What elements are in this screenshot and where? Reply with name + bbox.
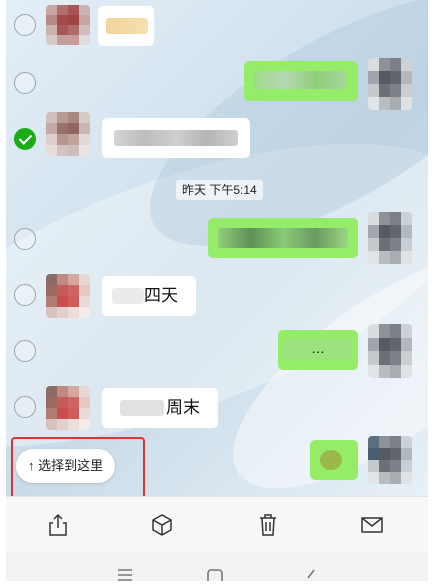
avatar[interactable] — [368, 212, 412, 264]
message-bubble[interactable] — [208, 218, 358, 258]
message-bubble[interactable]: … — [278, 330, 358, 370]
message-checkbox[interactable] — [14, 284, 36, 306]
blurred-text — [320, 450, 342, 470]
share-icon[interactable] — [44, 511, 72, 539]
blurred-text — [106, 18, 148, 34]
blurred-text — [254, 71, 346, 89]
timestamp: 昨天 下午5:14 — [176, 180, 263, 200]
message-checkbox[interactable] — [14, 14, 36, 36]
avatar[interactable] — [368, 436, 412, 484]
avatar[interactable] — [46, 112, 90, 156]
message-checkbox[interactable] — [14, 340, 36, 362]
message-bubble[interactable] — [310, 440, 358, 480]
delete-icon[interactable] — [254, 511, 282, 539]
message-text: 周末 — [166, 398, 200, 417]
message-checkbox[interactable] — [14, 72, 36, 94]
avatar[interactable] — [46, 5, 90, 45]
message-bubble[interactable]: 四天 — [102, 276, 196, 316]
message-row[interactable]: 周末 — [6, 380, 428, 436]
message-checkbox-selected[interactable] — [14, 128, 36, 150]
message-bubble[interactable] — [244, 61, 358, 101]
message-row[interactable] — [6, 0, 428, 56]
message-row[interactable] — [6, 56, 428, 112]
message-row[interactable]: … — [6, 324, 428, 380]
message-bubble[interactable] — [102, 118, 250, 158]
message-row[interactable]: 四天 — [6, 268, 428, 324]
select-to-here-button[interactable]: ↑ 选择到这里 — [16, 449, 116, 483]
mail-icon[interactable] — [358, 511, 386, 539]
message-text: 四天 — [144, 286, 178, 305]
blurred-text — [218, 228, 348, 248]
avatar[interactable] — [368, 58, 412, 110]
blurred-text — [112, 288, 144, 304]
message-bubble[interactable] — [98, 6, 154, 46]
chat-area[interactable]: 昨天 下午5:14 四天 … 周末 ↑ 选择到这里 — [6, 0, 428, 496]
message-text: … — [311, 340, 325, 356]
avatar[interactable] — [368, 324, 412, 378]
system-nav-bar — [6, 552, 428, 585]
action-toolbar — [6, 496, 428, 553]
message-checkbox[interactable] — [14, 396, 36, 418]
back-icon[interactable] — [298, 560, 324, 581]
avatar[interactable] — [46, 274, 90, 318]
blurred-text — [114, 130, 238, 146]
message-checkbox[interactable] — [14, 228, 36, 250]
menu-icon[interactable] — [112, 560, 138, 581]
message-row[interactable] — [6, 112, 428, 168]
favorite-box-icon[interactable] — [148, 511, 176, 539]
message-bubble[interactable]: 周末 — [102, 388, 218, 428]
home-icon[interactable] — [202, 560, 228, 585]
message-row[interactable] — [6, 212, 428, 268]
avatar[interactable] — [46, 386, 90, 430]
blurred-text — [120, 400, 164, 416]
